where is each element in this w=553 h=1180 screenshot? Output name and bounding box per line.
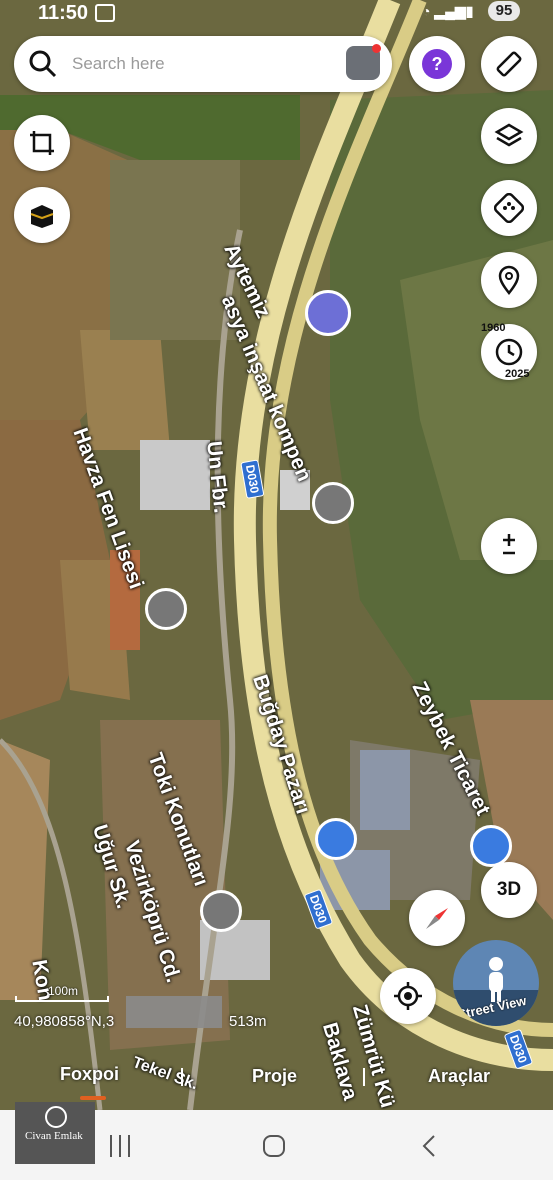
location-pin-button[interactable] bbox=[481, 252, 537, 308]
dice-icon bbox=[494, 193, 524, 223]
timeline-start: 1960 bbox=[481, 322, 506, 334]
battery-badge: 95 bbox=[488, 1, 520, 21]
3d-button[interactable]: 3D bbox=[481, 862, 537, 918]
kaaba-icon bbox=[30, 205, 54, 228]
satellite-map[interactable] bbox=[0, 0, 553, 1110]
crop-image-icon bbox=[30, 131, 54, 155]
signal-icon: ◔ ▂▄▆▮ bbox=[422, 3, 474, 19]
crosshair-icon bbox=[394, 982, 422, 1010]
shopping-marker[interactable] bbox=[470, 825, 512, 867]
recent-apps-icon[interactable] bbox=[108, 1135, 132, 1157]
ruler-icon bbox=[496, 51, 522, 77]
distance-readout: 513m bbox=[229, 1013, 267, 1030]
school-marker[interactable] bbox=[145, 588, 187, 630]
search-input[interactable]: Search here bbox=[72, 54, 165, 74]
tab-araclar[interactable]: Araçlar bbox=[428, 1066, 490, 1087]
back-icon[interactable] bbox=[420, 1134, 440, 1158]
home-icon[interactable] bbox=[262, 1134, 286, 1158]
fuel-station-marker[interactable] bbox=[305, 290, 351, 336]
zoom-button[interactable] bbox=[481, 518, 537, 574]
tab-divider bbox=[181, 1068, 183, 1086]
svg-text:?: ? bbox=[432, 54, 443, 74]
random-place-button[interactable] bbox=[481, 180, 537, 236]
search-bar[interactable]: Search here bbox=[14, 36, 392, 92]
compass-icon bbox=[426, 908, 448, 929]
history-icon bbox=[495, 338, 523, 366]
system-nav-bar: Civan Emlak bbox=[0, 1102, 553, 1180]
place-marker[interactable] bbox=[312, 482, 354, 524]
civan-logo-icon bbox=[45, 1106, 67, 1128]
layers-button[interactable] bbox=[481, 108, 537, 164]
help-icon: ? bbox=[422, 49, 452, 79]
tab-active-indicator bbox=[80, 1096, 106, 1100]
map-pin-icon bbox=[498, 265, 520, 295]
measure-button[interactable] bbox=[481, 36, 537, 92]
search-icon bbox=[29, 50, 57, 78]
tab-proje[interactable]: Proje bbox=[252, 1066, 297, 1087]
tab-divider bbox=[363, 1068, 365, 1086]
crop-button[interactable] bbox=[14, 115, 70, 171]
status-time: 11:50 bbox=[38, 2, 89, 24]
scale-label: 100m bbox=[48, 984, 79, 998]
my-location-button[interactable] bbox=[380, 968, 436, 1024]
watermark-logo: Civan Emlak bbox=[15, 1102, 95, 1164]
compass-button[interactable] bbox=[409, 890, 465, 946]
screen-record-icon bbox=[95, 4, 115, 22]
shopping-marker[interactable] bbox=[315, 818, 357, 860]
timeline-end: 2025 bbox=[505, 368, 530, 380]
street-view-button[interactable]: Street View bbox=[453, 940, 539, 1026]
notification-dot bbox=[372, 44, 381, 53]
zoom-plus-minus-icon bbox=[503, 534, 515, 555]
help-button[interactable]: ? bbox=[409, 36, 465, 92]
qibla-button[interactable] bbox=[14, 187, 70, 243]
tab-foxpoi[interactable]: Foxpoi bbox=[60, 1064, 119, 1085]
layers-icon bbox=[494, 123, 524, 147]
watermark-text: Civan Emlak bbox=[25, 1130, 83, 1142]
status-bar: 11:50 ◔ ▂▄▆▮ 95 bbox=[0, 0, 553, 28]
place-marker[interactable] bbox=[200, 890, 242, 932]
redaction-block bbox=[126, 996, 222, 1028]
coordinates-readout: 40,980858°N,3 bbox=[14, 1013, 115, 1030]
